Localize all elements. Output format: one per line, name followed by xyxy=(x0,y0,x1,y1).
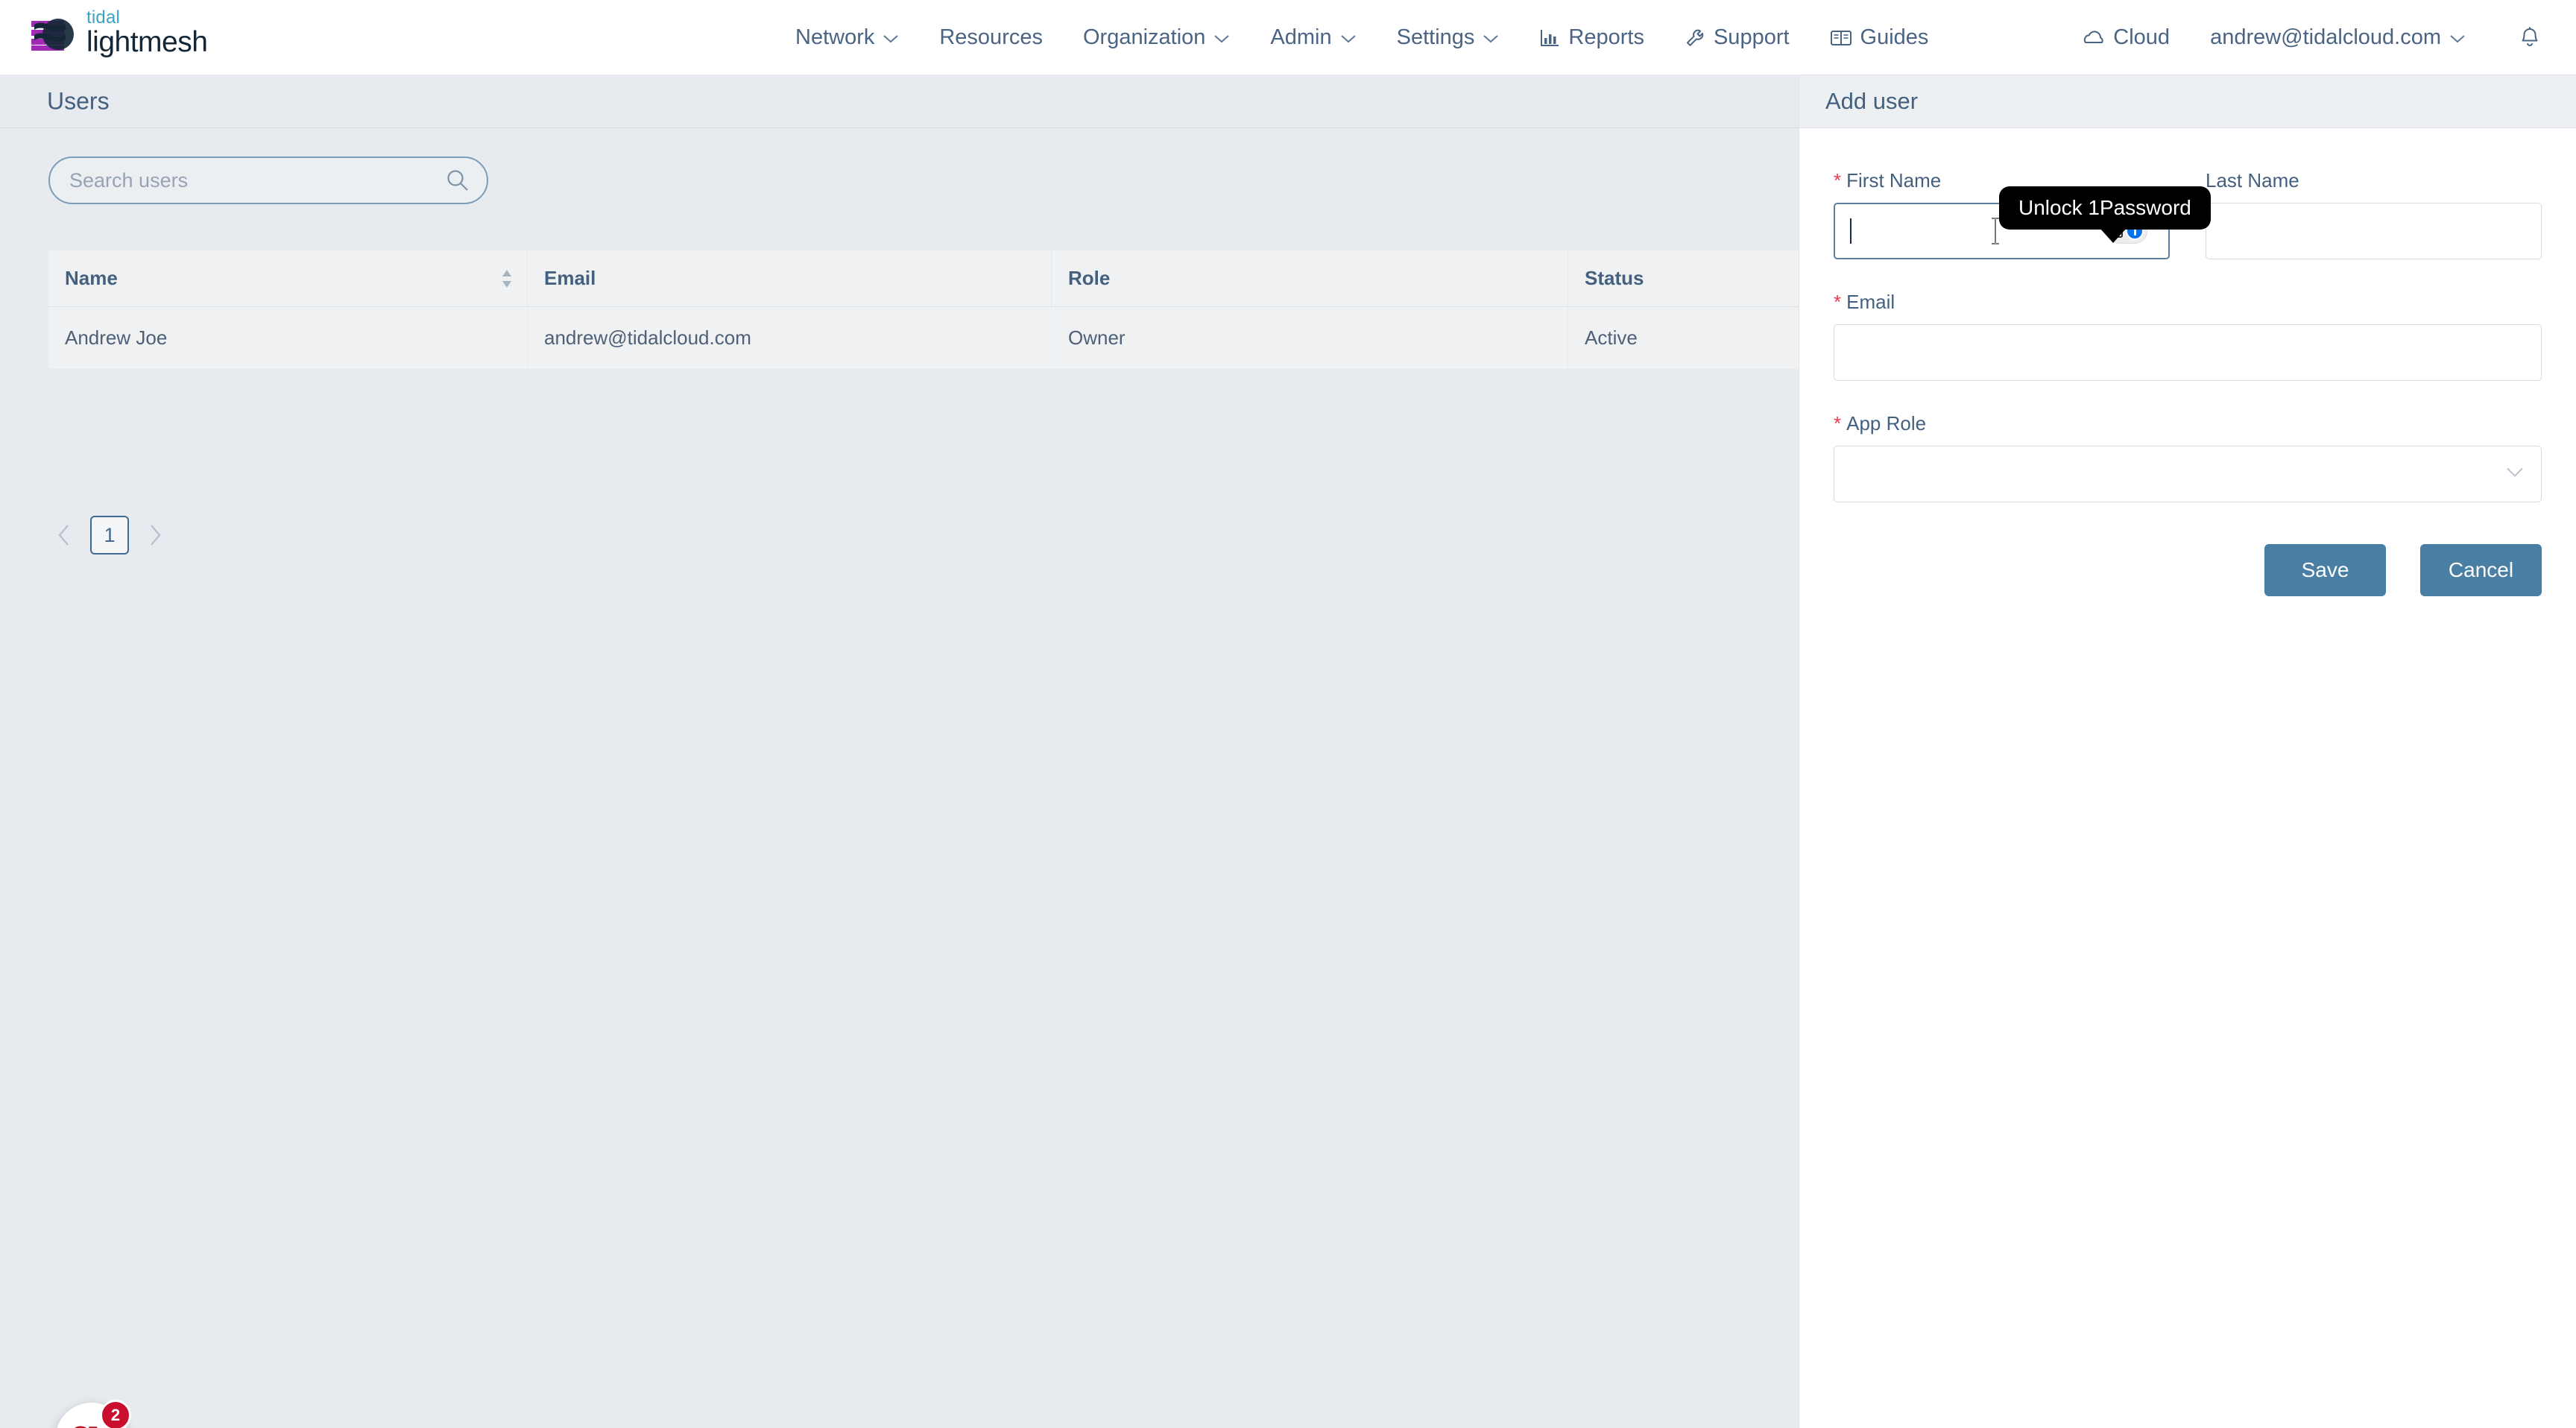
email-field: * Email xyxy=(1834,291,2542,381)
column-label-role: Role xyxy=(1068,267,1111,289)
nav-label-admin: Admin xyxy=(1270,25,1332,49)
lightmesh-logo-icon xyxy=(28,11,75,57)
search-input[interactable] xyxy=(48,157,488,204)
search-icon[interactable] xyxy=(445,168,470,193)
first-name-label-text: First Name xyxy=(1846,169,1942,192)
nav-item-settings[interactable]: Settings xyxy=(1377,0,1520,75)
main-content: Name Email Role xyxy=(0,128,1799,1428)
main-nav-items: Network Resources Organization Admin Set… xyxy=(775,0,1948,75)
users-table: Name Email Role Status Andrew Joe andrew… xyxy=(48,250,1799,369)
chevron-down-icon xyxy=(2505,467,2525,482)
cloud-icon xyxy=(2083,30,2105,46)
cell-status: Active xyxy=(1568,306,1799,369)
brand-logo-text: tidal lightmesh xyxy=(86,7,208,59)
bar-chart-icon xyxy=(1539,28,1560,48)
top-navigation-bar: tidal lightmesh Network Resources Organi… xyxy=(0,0,2576,75)
email-label: * Email xyxy=(1834,291,2542,314)
cancel-button[interactable]: Cancel xyxy=(2420,544,2542,596)
users-table-body: Andrew Joe andrew@tidalcloud.com Owner A… xyxy=(48,306,1799,369)
table-header-row: Name Email Role Status xyxy=(48,250,1799,307)
chevron-down-icon xyxy=(1340,25,1357,50)
table-row[interactable]: Andrew Joe andrew@tidalcloud.com Owner A… xyxy=(48,306,1799,369)
drawer-actions: Save Cancel xyxy=(1799,534,2576,596)
search-users-container xyxy=(48,157,488,204)
required-marker: * xyxy=(1834,169,1842,192)
nav-label-resources: Resources xyxy=(939,25,1043,49)
app-role-label: * App Role xyxy=(1834,412,2542,435)
nav-item-admin[interactable]: Admin xyxy=(1250,0,1376,75)
pagination: 1 xyxy=(48,516,171,555)
nav-item-network[interactable]: Network xyxy=(775,0,919,75)
brand-tidal-text: tidal xyxy=(86,7,121,28)
nav-right-group: Cloud andrew@tidalcloud.com xyxy=(2062,0,2554,75)
last-name-input[interactable] xyxy=(2206,203,2542,259)
save-button[interactable]: Save xyxy=(2264,544,2386,596)
chat-unread-badge: 2 xyxy=(100,1400,131,1428)
nav-item-account[interactable]: andrew@tidalcloud.com xyxy=(2190,0,2486,75)
add-user-form: * First Name Last Name * Email * App Rol… xyxy=(1799,128,2576,502)
cell-role: Owner xyxy=(1051,306,1568,369)
nav-label-support: Support xyxy=(1713,25,1790,49)
email-input[interactable] xyxy=(1834,324,2542,381)
column-header-status[interactable]: Status xyxy=(1568,250,1799,307)
chevron-down-icon xyxy=(2449,25,2466,50)
nav-item-resources[interactable]: Resources xyxy=(919,0,1063,75)
page-title: Users xyxy=(47,87,110,115)
nav-label-network: Network xyxy=(795,25,875,49)
required-marker: * xyxy=(1834,412,1842,435)
column-header-name[interactable]: Name xyxy=(48,250,528,307)
users-table-container: Name Email Role Status Andrew Joe andrew… xyxy=(48,250,1799,369)
chevron-right-icon[interactable] xyxy=(139,519,171,551)
account-email-label: andrew@tidalcloud.com xyxy=(2210,25,2441,49)
cell-email: andrew@tidalcloud.com xyxy=(527,306,1052,369)
column-label-name: Name xyxy=(65,267,118,289)
app-role-select[interactable] xyxy=(1834,446,2542,502)
column-header-email[interactable]: Email xyxy=(527,250,1052,307)
brand-lightmesh-text: lightmesh xyxy=(86,26,208,58)
chevron-left-icon[interactable] xyxy=(48,519,80,551)
nav-label-reports: Reports xyxy=(1568,25,1644,49)
nav-label-organization: Organization xyxy=(1082,25,1206,49)
cell-name: Andrew Joe xyxy=(48,306,528,369)
nav-item-cloud[interactable]: Cloud xyxy=(2062,0,2190,75)
email-label-text: Email xyxy=(1846,291,1895,313)
chevron-down-icon xyxy=(1483,25,1499,50)
nav-item-guides[interactable]: Guides xyxy=(1810,0,1949,75)
page-number-1[interactable]: 1 xyxy=(90,516,129,555)
nav-item-reports[interactable]: Reports xyxy=(1519,0,1664,75)
chevron-down-icon xyxy=(883,25,899,50)
drawer-title: Add user xyxy=(1825,88,1919,114)
add-user-drawer: Add user * First Name Last Name * Email … xyxy=(1799,75,2576,1428)
users-table-head: Name Email Role Status xyxy=(48,250,1799,307)
column-label-email: Email xyxy=(544,267,596,289)
last-name-label: Last Name xyxy=(2206,169,2542,192)
wrench-icon xyxy=(1685,28,1705,48)
notifications-button[interactable] xyxy=(2486,0,2554,75)
app-role-field: * App Role xyxy=(1834,412,2542,502)
nav-item-support[interactable]: Support xyxy=(1664,0,1810,75)
nav-label-cloud: Cloud xyxy=(2113,25,2171,49)
nav-label-guides: Guides xyxy=(1860,25,1929,49)
nav-label-settings: Settings xyxy=(1396,25,1475,49)
column-header-role[interactable]: Role xyxy=(1051,250,1568,307)
bell-icon xyxy=(2519,26,2540,50)
last-name-field: Last Name xyxy=(2206,169,2542,259)
sort-icon[interactable] xyxy=(500,268,514,290)
app-role-label-text: App Role xyxy=(1846,412,1927,435)
chevron-down-icon xyxy=(1213,25,1230,50)
onepassword-tooltip: Unlock 1Password xyxy=(1999,186,2211,243)
brand-logo[interactable]: tidal lightmesh xyxy=(28,7,208,59)
drawer-header: Add user xyxy=(1799,75,2576,128)
page-title-band: Users xyxy=(0,75,1799,128)
required-marker: * xyxy=(1834,291,1842,313)
help-chat-widget[interactable]: g. 2 xyxy=(55,1400,131,1428)
last-name-label-text: Last Name xyxy=(2206,169,2299,192)
column-label-status: Status xyxy=(1585,267,1644,289)
book-icon xyxy=(1830,28,1852,48)
nav-item-organization[interactable]: Organization xyxy=(1063,0,1250,75)
text-caret xyxy=(1850,218,1852,244)
